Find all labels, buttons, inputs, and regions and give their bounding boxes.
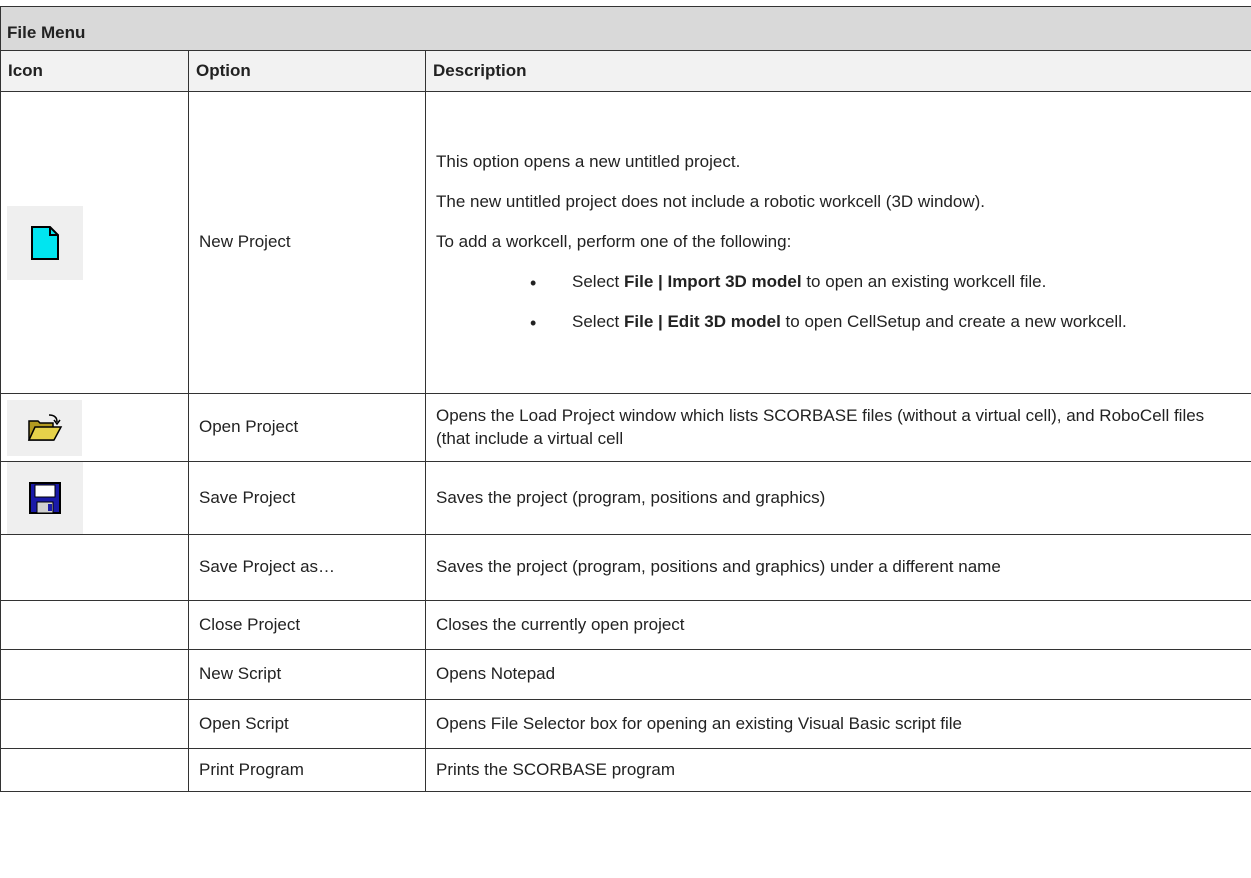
option-label: Save Project as…	[188, 534, 426, 601]
table-row: Print Program Prints the SCORBASE progra…	[0, 748, 1251, 792]
table-row: Save Project Saves the project (program,…	[0, 461, 1251, 535]
option-description: This option opens a new untitled project…	[425, 91, 1251, 394]
table-row: New Script Opens Notepad	[0, 649, 1251, 700]
option-description: Saves the project (program, positions an…	[425, 534, 1251, 601]
option-description: Opens the Load Project window which list…	[425, 393, 1251, 462]
description-paragraph: To add a workcell, perform one of the fo…	[436, 232, 792, 252]
description-paragraph: This option opens a new untitled project…	[436, 152, 741, 172]
option-label: Open Script	[188, 699, 426, 749]
table-row: Open Script Opens File Selector box for …	[0, 699, 1251, 749]
option-description: Closes the currently open project	[425, 600, 1251, 650]
table-row: Save Project as… Saves the project (prog…	[0, 534, 1251, 601]
table-title: File Menu	[0, 6, 1251, 51]
table-row: New Project This option opens a new unti…	[0, 91, 1251, 394]
workcell-options-list: Select File | Import 3D model to open an…	[436, 271, 1241, 335]
option-description: Prints the SCORBASE program	[425, 748, 1251, 792]
option-label: New Project	[188, 91, 426, 394]
option-description: Opens File Selector box for opening an e…	[425, 699, 1251, 749]
description-paragraph: The new untitled project does not includ…	[436, 192, 985, 212]
option-label: Print Program	[188, 748, 426, 792]
option-description: Saves the project (program, positions an…	[425, 461, 1251, 535]
floppy-disk-icon	[7, 462, 83, 534]
option-label: Close Project	[188, 600, 426, 650]
new-file-icon	[7, 205, 83, 280]
option-label: Open Project	[188, 393, 426, 462]
option-label: New Script	[188, 649, 426, 700]
open-folder-icon	[7, 399, 82, 456]
table-row: Close Project Closes the currently open …	[0, 600, 1251, 650]
list-item: Select File | Import 3D model to open an…	[436, 271, 1241, 295]
column-header-icon: Icon	[0, 50, 189, 92]
column-header-description: Description	[425, 50, 1251, 92]
file-menu-table: File Menu Icon Option Description New Pr…	[0, 6, 1251, 792]
option-description: Opens Notepad	[425, 649, 1251, 700]
list-item: Select File | Edit 3D model to open Cell…	[436, 311, 1241, 335]
option-label: Save Project	[188, 461, 426, 535]
column-header-option: Option	[188, 50, 426, 92]
table-row: Open Project Opens the Load Project wind…	[0, 393, 1251, 462]
